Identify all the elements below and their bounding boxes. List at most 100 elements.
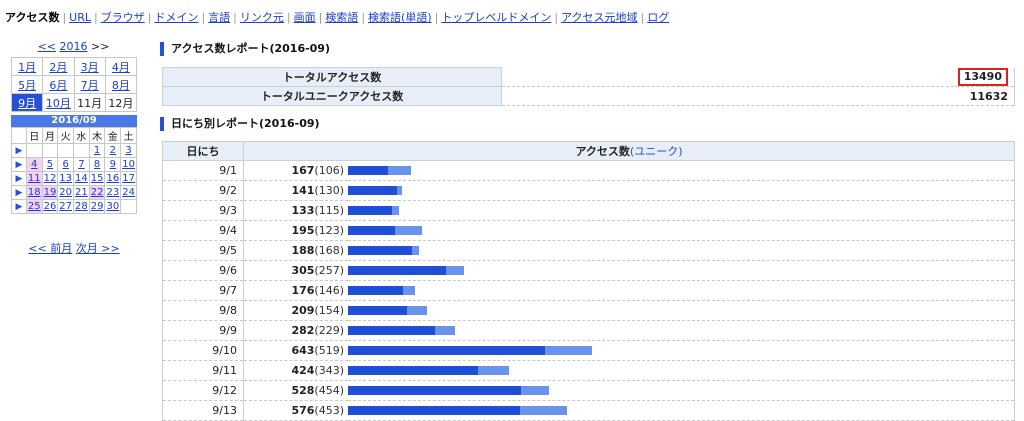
calendar-day-link[interactable]: 6 — [62, 159, 68, 170]
calendar-day-link[interactable]: 10 — [122, 159, 135, 170]
month-label[interactable]: 11月 — [77, 97, 102, 110]
calendar-day-link[interactable]: 20 — [59, 187, 72, 198]
calendar-day[interactable]: 30 — [104, 199, 122, 214]
calendar-day[interactable]: 14 — [73, 171, 90, 186]
calendar-day-link[interactable]: 12 — [44, 173, 57, 184]
calendar-day-link[interactable]: 8 — [94, 159, 100, 170]
calendar-day[interactable]: 2 — [104, 143, 122, 158]
prev-month-link[interactable]: << 前月 — [28, 242, 72, 255]
calendar-day[interactable]: 5 — [41, 157, 59, 172]
calendar-day-link[interactable]: 22 — [91, 187, 104, 198]
calendar-day-link[interactable]: 1 — [94, 145, 100, 156]
month-label[interactable]: 10月 — [46, 97, 71, 110]
month-cell-6[interactable]: 6月 — [42, 75, 75, 94]
calendar-day[interactable]: 25 — [25, 199, 43, 214]
month-label[interactable]: 2月 — [49, 61, 67, 74]
year-prev-link[interactable]: << — [38, 40, 56, 53]
month-cell-10[interactable]: 10月 — [42, 93, 75, 112]
calendar-day[interactable]: 3 — [120, 143, 137, 158]
month-cell-8[interactable]: 8月 — [104, 75, 138, 94]
week-arrow-icon[interactable]: ▶ — [11, 157, 27, 172]
month-label[interactable]: 1月 — [18, 61, 36, 74]
year-link[interactable]: 2016 — [60, 40, 88, 53]
nav-item-6[interactable]: 画面 — [294, 9, 316, 25]
calendar-day-link[interactable]: 30 — [106, 201, 119, 212]
calendar-day-link[interactable]: 29 — [91, 201, 104, 212]
month-cell-11[interactable]: 11月 — [73, 93, 106, 112]
calendar-day-link[interactable]: 25 — [28, 201, 41, 212]
month-label[interactable]: 3月 — [81, 61, 99, 74]
calendar-day-link[interactable]: 5 — [47, 159, 53, 170]
calendar-day-link[interactable]: 28 — [75, 201, 88, 212]
nav-item-10[interactable]: アクセス元地域 — [561, 9, 637, 25]
month-label[interactable]: 5月 — [18, 79, 36, 92]
calendar-day[interactable]: 24 — [120, 185, 137, 200]
nav-item-2[interactable]: ブラウザ — [101, 9, 145, 25]
nav-item-3[interactable]: ドメイン — [154, 9, 198, 25]
calendar-day[interactable]: 20 — [57, 185, 75, 200]
calendar-day[interactable]: 11 — [25, 171, 43, 186]
calendar-day[interactable]: 21 — [73, 185, 90, 200]
calendar-day[interactable]: 28 — [73, 199, 90, 214]
nav-item-8[interactable]: 検索語(単語) — [368, 9, 432, 25]
calendar-day-link[interactable]: 15 — [91, 173, 104, 184]
nav-item-5[interactable]: リンク元 — [240, 9, 284, 25]
calendar-day-link[interactable]: 21 — [75, 187, 88, 198]
nav-item-4[interactable]: 言語 — [208, 9, 230, 25]
nav-item-9[interactable]: トップレベルドメイン — [441, 9, 551, 25]
month-label[interactable]: 6月 — [49, 79, 67, 92]
nav-item-7[interactable]: 検索語 — [325, 9, 358, 25]
calendar-day-link[interactable]: 11 — [28, 173, 41, 184]
month-label[interactable]: 9月 — [18, 97, 36, 110]
month-label[interactable]: 8月 — [112, 79, 130, 92]
nav-item-1[interactable]: URL — [69, 11, 91, 24]
calendar-day[interactable]: 22 — [88, 185, 106, 200]
nav-item-11[interactable]: ログ — [647, 9, 669, 25]
month-cell-3[interactable]: 3月 — [73, 57, 106, 76]
calendar-day[interactable]: 8 — [88, 157, 106, 172]
calendar-day[interactable]: 15 — [88, 171, 106, 186]
calendar-day-link[interactable]: 2 — [110, 145, 116, 156]
calendar-day-link[interactable]: 9 — [110, 159, 116, 170]
calendar-day[interactable]: 27 — [57, 199, 75, 214]
week-arrow-icon[interactable]: ▶ — [11, 185, 27, 200]
month-cell-7[interactable]: 7月 — [73, 75, 106, 94]
calendar-day-link[interactable]: 17 — [122, 173, 135, 184]
month-cell-4[interactable]: 4月 — [104, 57, 138, 76]
week-arrow-icon[interactable]: ▶ — [11, 171, 27, 186]
year-next-link[interactable]: >> — [91, 40, 109, 53]
calendar-day-link[interactable]: 7 — [78, 159, 84, 170]
month-cell-2[interactable]: 2月 — [42, 57, 75, 76]
next-month-link[interactable]: 次月 >> — [76, 242, 120, 255]
month-label[interactable]: 4月 — [112, 61, 130, 74]
calendar-day-link[interactable]: 27 — [59, 201, 72, 212]
calendar-day-link[interactable]: 23 — [106, 187, 119, 198]
month-cell-1[interactable]: 1月 — [10, 57, 44, 76]
month-label[interactable]: 12月 — [108, 97, 133, 110]
calendar-day[interactable]: 7 — [73, 157, 90, 172]
calendar-day[interactable]: 6 — [57, 157, 75, 172]
calendar-day[interactable]: 12 — [41, 171, 59, 186]
calendar-day[interactable]: 19 — [41, 185, 59, 200]
calendar-day[interactable]: 26 — [41, 199, 59, 214]
calendar-day-link[interactable]: 14 — [75, 173, 88, 184]
month-cell-5[interactable]: 5月 — [10, 75, 44, 94]
calendar-day[interactable]: 23 — [104, 185, 122, 200]
calendar-day[interactable]: 13 — [57, 171, 75, 186]
calendar-day-link[interactable]: 16 — [106, 173, 119, 184]
calendar-day-link[interactable]: 13 — [59, 173, 72, 184]
calendar-day-link[interactable]: 3 — [125, 145, 131, 156]
week-arrow-icon[interactable]: ▶ — [11, 143, 27, 158]
calendar-day[interactable]: 9 — [104, 157, 122, 172]
calendar-day-link[interactable]: 24 — [122, 187, 135, 198]
month-cell-9[interactable]: 9月 — [10, 93, 44, 112]
calendar-day[interactable]: 16 — [104, 171, 122, 186]
calendar-day-link[interactable]: 26 — [44, 201, 57, 212]
calendar-day-link[interactable]: 4 — [31, 159, 37, 170]
calendar-day[interactable]: 29 — [88, 199, 106, 214]
calendar-day-link[interactable]: 19 — [44, 187, 57, 198]
calendar-day[interactable]: 18 — [25, 185, 43, 200]
month-label[interactable]: 7月 — [81, 79, 99, 92]
calendar-day-link[interactable]: 18 — [28, 187, 41, 198]
nav-item-0[interactable]: アクセス数 — [5, 9, 59, 25]
